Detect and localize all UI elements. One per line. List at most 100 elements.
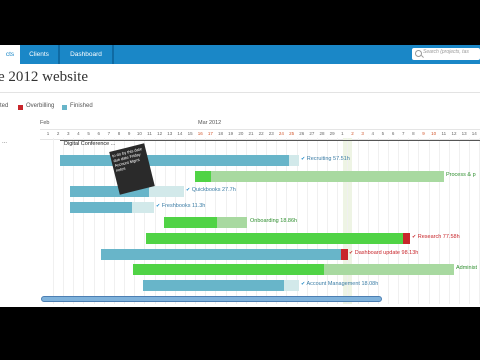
task-bar-quickbooks-remaining[interactable]: [149, 186, 184, 197]
task-bar-freshbooks[interactable]: [70, 202, 132, 213]
row-menu[interactable]: ...: [2, 139, 7, 145]
tab-clients[interactable]: Clients: [20, 45, 58, 64]
grid-line: [469, 138, 471, 304]
day-label: 7: [107, 131, 111, 136]
day-label: 15: [187, 131, 193, 136]
grid-line: [408, 138, 410, 304]
task-bar-freshbooks-remaining[interactable]: [132, 202, 154, 213]
task-bar-research[interactable]: [146, 233, 403, 244]
task-label-account-management[interactable]: ✔ Account Management 18.08h: [301, 281, 378, 287]
day-label: 6: [97, 131, 100, 136]
day-label: 11: [147, 131, 152, 136]
grid-line: [53, 138, 54, 304]
task-bar-onboarding[interactable]: [164, 217, 217, 228]
check-icon: ✔: [349, 250, 354, 256]
task-bar-administration[interactable]: [133, 264, 324, 275]
task-bar-process[interactable]: [195, 171, 211, 182]
horizontal-scrollbar[interactable]: [41, 296, 382, 302]
search-box[interactable]: Search (projects, tas: [412, 48, 480, 60]
day-label: 6: [391, 131, 395, 136]
day-label: 21: [248, 131, 254, 136]
legend-item-label: Overbilling: [26, 103, 55, 109]
grid-line: [337, 138, 339, 304]
check-icon: ✔: [156, 203, 161, 209]
day-label: 20: [238, 131, 244, 136]
grid-line: [306, 138, 308, 304]
search-input-placeholder: Search (projects, tas: [423, 49, 469, 55]
day-label: 12: [451, 131, 457, 136]
top-navigation: cts Clients Dashboard Search (projects, …: [0, 45, 480, 64]
task-label-research[interactable]: ✔ Research 77.58h: [412, 234, 460, 240]
grid-line: [418, 138, 420, 304]
task-label-onboarding[interactable]: Onboarding 18.86h: [250, 218, 297, 224]
header-divider: [0, 92, 480, 93]
day-label: 29: [329, 131, 335, 136]
day-label: 16: [197, 131, 203, 136]
day-label: 9: [127, 131, 131, 136]
day-label: 5: [87, 131, 90, 136]
task-label-quickbooks[interactable]: ✔ Quickbooks 27.7h: [186, 187, 236, 193]
task-bar-account-management[interactable]: [143, 280, 284, 291]
day-label: 3: [361, 131, 364, 136]
grid-line: [428, 138, 430, 304]
task-bar-dashboard-overbilling[interactable]: [341, 249, 348, 260]
task-bar-recruiting[interactable]: [60, 155, 289, 166]
day-label: 23: [268, 131, 274, 136]
day-label: 3: [67, 131, 70, 136]
check-icon: ✔: [301, 156, 306, 162]
day-label: 5: [381, 131, 385, 136]
day-label: 28: [319, 131, 325, 136]
day-label: 4: [77, 131, 80, 136]
check-icon: ✔: [301, 281, 306, 287]
day-label: 24: [278, 131, 284, 136]
check-icon: ✔: [186, 187, 191, 193]
tab-separator: [112, 45, 114, 64]
day-label: 25: [289, 131, 295, 136]
day-label: 4: [371, 131, 375, 136]
task-bar-onboarding-remaining[interactable]: [217, 217, 247, 228]
day-label: 11: [441, 131, 447, 136]
legend-swatch-overbilling: [18, 105, 23, 110]
task-bar-account-management-remaining[interactable]: [284, 280, 299, 291]
day-label: 8: [412, 131, 415, 136]
grid-line: [459, 138, 460, 304]
grid-line: [448, 138, 450, 304]
day-label: 22: [258, 131, 264, 136]
page-title: e 2012 website: [0, 69, 88, 85]
task-bar-process-remaining[interactable]: [211, 171, 444, 182]
grid-line: [398, 138, 400, 304]
tab-projects[interactable]: cts: [0, 45, 20, 64]
task-bar-administration-remaining[interactable]: [324, 264, 454, 275]
day-label: 12: [157, 131, 163, 136]
task-label-process[interactable]: Process & p: [446, 172, 476, 178]
day-label: 7: [401, 131, 405, 136]
day-label: 26: [299, 131, 305, 136]
day-label: 10: [136, 131, 142, 136]
legend-item-label: Finished: [70, 103, 93, 109]
day-label: 27: [309, 131, 315, 136]
task-label-administration[interactable]: Administ: [456, 265, 477, 271]
day-label: 2: [351, 131, 354, 136]
legend-item-label: ted: [0, 103, 9, 109]
grid-line: [377, 138, 379, 304]
month-label: Feb: [40, 120, 50, 126]
day-label: 8: [117, 131, 121, 136]
task-label-dashboard[interactable]: ✔ Dashboard update 98.13h: [349, 250, 418, 256]
task-label-recruiting[interactable]: ✔ Recruiting 57.51h: [301, 156, 350, 162]
grid-line: [327, 138, 329, 304]
task-bar-research-overbilling[interactable]: [403, 233, 410, 244]
task-bar-dashboard[interactable]: [101, 249, 341, 260]
check-icon: ✔: [412, 234, 417, 240]
app-window: cts Clients Dashboard Search (projects, …: [0, 45, 480, 307]
day-label: 9: [422, 131, 425, 136]
grid-line: [357, 138, 359, 304]
group-label[interactable]: Digital Conference ...: [64, 141, 115, 147]
task-bar-recruiting-remaining[interactable]: [289, 155, 299, 166]
month-label: Mar 2012: [198, 120, 222, 126]
day-header-row: 1 2 3 4 5 6 7 8 9 10 11 12 13 14 15 16 17 18 19 20 21 22 23 24 2…: [40, 129, 480, 140]
task-label-freshbooks[interactable]: ✔ Freshbooks 11.3h: [156, 203, 205, 209]
day-label: 13: [167, 131, 173, 136]
grid-line: [347, 138, 349, 304]
tab-dashboard[interactable]: Dashboard: [60, 45, 112, 64]
grid-line: [387, 138, 389, 304]
